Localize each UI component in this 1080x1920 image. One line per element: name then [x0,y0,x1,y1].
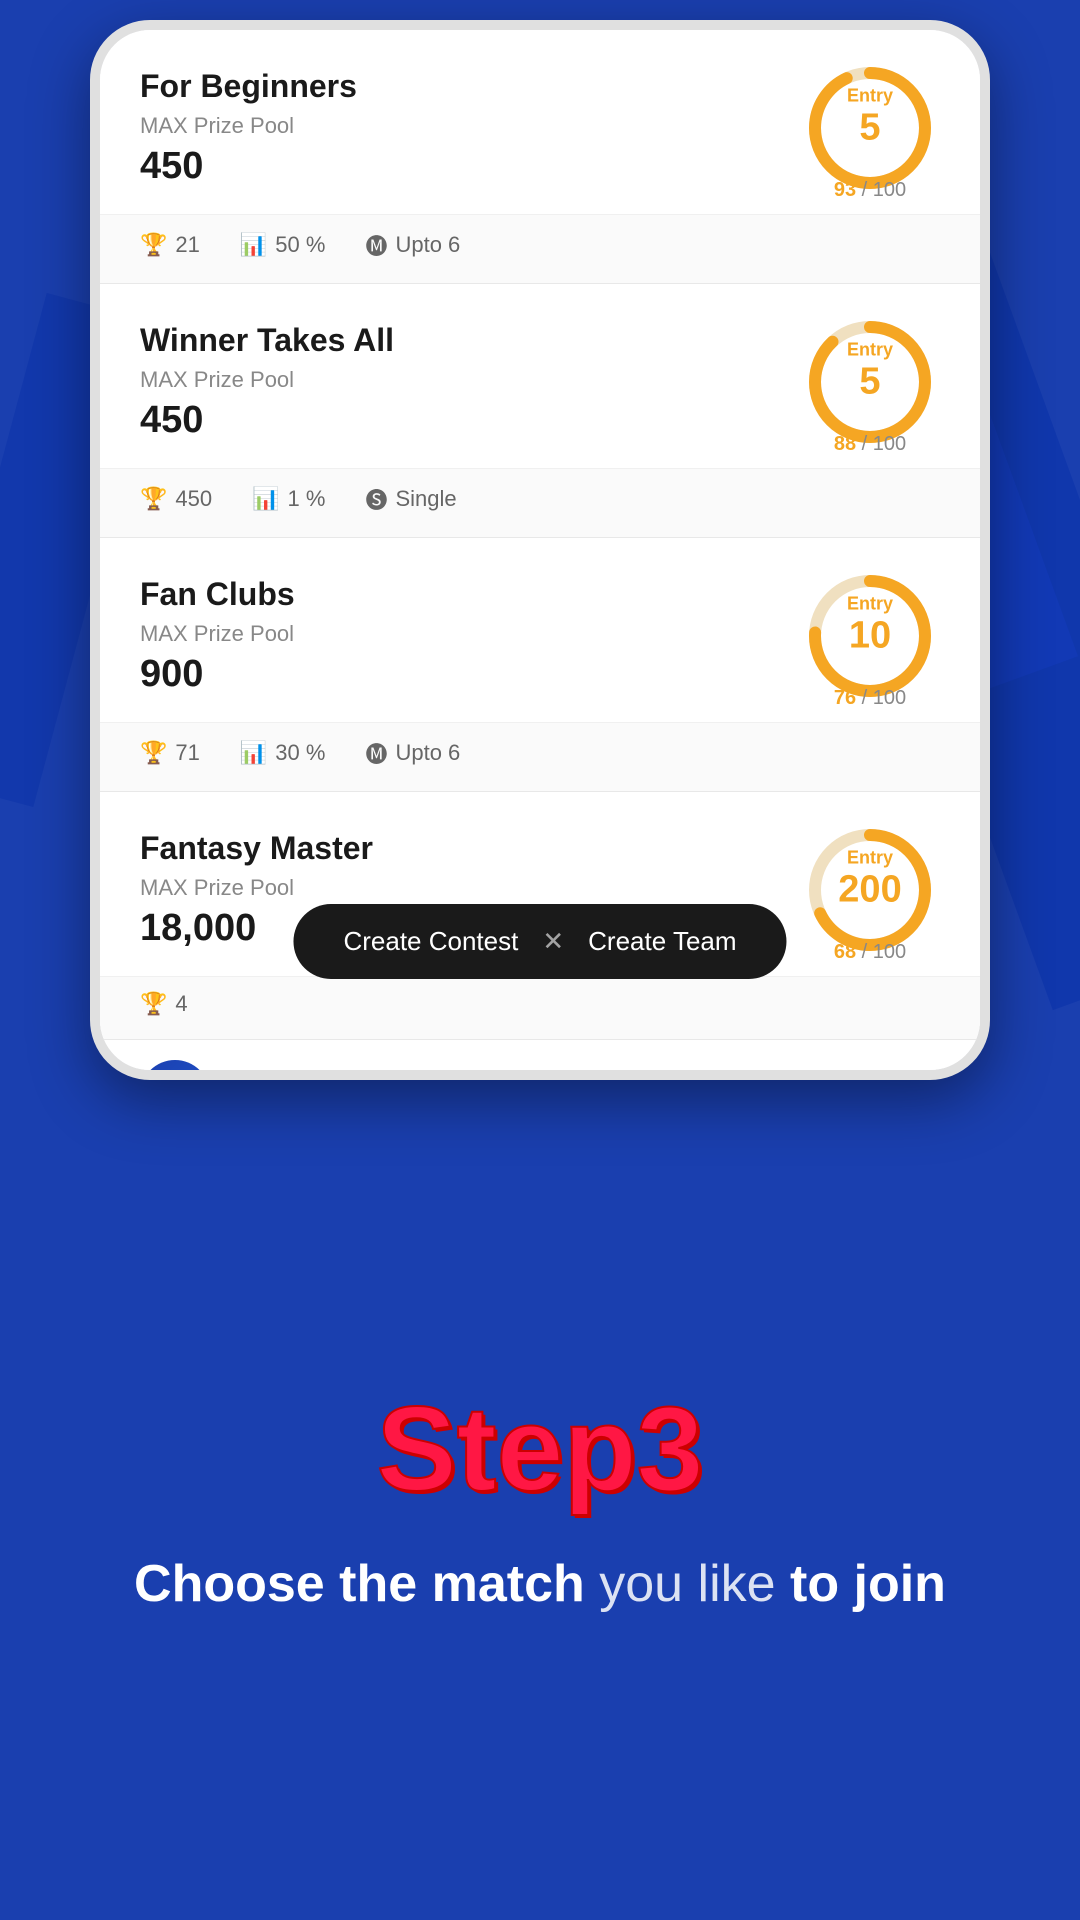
donut-filled-beginners: 93 / 100 [834,179,906,202]
entry-donut-fantasy[interactable]: Entry 200 68 / 100 [800,820,940,960]
subtitle-highlight-1: Choose the match [134,1555,585,1613]
contest-card-beginners[interactable]: For Beginners MAX Prize Pool 450 Entry 5 [100,30,980,284]
stat-teams-fanclubs: 🅜 Upto 6 [365,737,460,769]
bar-chart-icon: 📊 [240,232,267,258]
contest-info-beginners: For Beginners MAX Prize Pool 450 [140,68,800,188]
donut-filled-winner: 88 / 100 [834,433,906,456]
contest-info-winner: Winner Takes All MAX Prize Pool 450 [140,322,800,442]
action-divider: ✕ [542,926,564,957]
prize-label-fantasy: MAX Prize Pool [140,875,800,901]
stat-percent-beginners: 📊 50 % [240,232,326,258]
create-team-button[interactable]: Create Team [588,926,736,957]
entry-label-winner: Entry [847,340,893,361]
prize-amount-winner: 450 [140,399,800,442]
step-section: Step3 Choose the match you like to join [0,1080,1080,1920]
trophy-icon-2: 🏆 [140,486,167,512]
contest-list: For Beginners MAX Prize Pool 450 Entry 5 [100,30,980,1070]
stat-teams-beginners: 🅜 Upto 6 [365,229,460,261]
entry-value-fantasy: 200 [838,871,901,909]
entry-label-fantasy: Entry [838,848,901,869]
prize-label-winner: MAX Prize Pool [140,367,800,393]
entry-label-fanclubs: Entry [847,594,893,615]
entry-label-beginners: Entry [847,86,893,107]
prize-amount-beginners: 450 [140,145,800,188]
contest-stats-beginners: 🏆 21 📊 50 % 🅜 Upto 6 [100,214,980,283]
stat-trophy-fantasy: 🏆 4 [140,991,188,1017]
entry-value-beginners: 5 [847,109,893,147]
contest-info-fanclubs: Fan Clubs MAX Prize Pool 900 [140,576,800,696]
contest-stats-fanclubs: 🏆 71 📊 30 % 🅜 Upto 6 [100,722,980,791]
contest-name-beginners: For Beginners [140,68,800,105]
trophy-icon: 🏆 [140,232,167,258]
donut-filled-fantasy: 68 / 100 [834,941,906,964]
trophy-icon-3: 🏆 [140,740,167,766]
multi-icon-3: 🅜 [365,737,387,769]
bar-chart-icon-2: 📊 [252,486,279,512]
subtitle-highlight-2: to join [790,1555,946,1613]
prize-label-beginners: MAX Prize Pool [140,113,800,139]
contest-stats-fantasy: 🏆 4 [100,976,980,1039]
contest-stats-winner: 🏆 450 📊 1 % 🅢 Single [100,468,980,537]
contest-card-winner[interactable]: Winner Takes All MAX Prize Pool 450 Entr… [100,284,980,538]
stat-teams-winner: 🅢 Single [365,483,456,515]
contest-card-fanclubs[interactable]: Fan Clubs MAX Prize Pool 900 Entry 10 [100,538,980,792]
stat-percent-winner: 📊 1 % [252,486,325,512]
donut-filled-fanclubs: 76 / 100 [834,687,906,710]
entry-value-winner: 5 [847,363,893,401]
multi-icon: 🅜 [365,229,387,261]
contest-card-fantasy[interactable]: Fantasy Master MAX Prize Pool 18,000 Ent… [100,792,980,1040]
prize-amount-fanclubs: 900 [140,653,800,696]
step-subtitle: Choose the match you like to join [54,1548,1026,1621]
stat-percent-fanclubs: 📊 30 % [240,740,326,766]
subtitle-normal: you like [585,1555,790,1613]
stat-trophy-winner: 🏆 450 [140,486,212,512]
create-contest-button[interactable]: Create Contest [343,926,518,957]
stat-trophy-beginners: 🏆 21 [140,232,200,258]
trophy-icon-4: 🏆 [140,991,167,1017]
bar-chart-icon-3: 📊 [240,740,267,766]
team-avatar [140,1060,210,1070]
entry-donut-winner[interactable]: Entry 5 88 / 100 [800,312,940,452]
single-icon: 🅢 [365,483,387,515]
partial-card [100,1040,980,1070]
entry-value-fanclubs: 10 [847,617,893,655]
contest-name-fantasy: Fantasy Master [140,830,800,867]
stat-trophy-fanclubs: 🏆 71 [140,740,200,766]
phone-frame: For Beginners MAX Prize Pool 450 Entry 5 [90,20,990,1080]
entry-donut-fanclubs[interactable]: Entry 10 76 / 100 [800,566,940,706]
action-bar[interactable]: Create Contest ✕ Create Team [293,904,786,979]
contest-name-fanclubs: Fan Clubs [140,576,800,613]
contest-name-winner: Winner Takes All [140,322,800,359]
prize-label-fanclubs: MAX Prize Pool [140,621,800,647]
step-title: Step3 [377,1380,704,1518]
entry-donut-beginners[interactable]: Entry 5 93 / 100 [800,58,940,198]
